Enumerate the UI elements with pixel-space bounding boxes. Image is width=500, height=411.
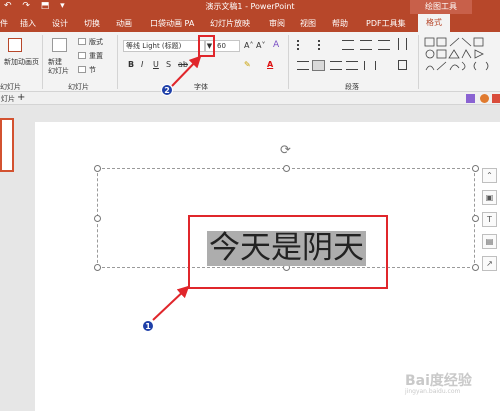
watermark-sub: jingyan.baidu.com — [405, 388, 461, 395]
watermark: Bai度经验 jingyan.baidu.com — [405, 370, 472, 395]
callout-badge-1: 1 — [142, 320, 154, 332]
watermark-main: Bai度经验 — [405, 373, 472, 389]
callout-badge-2: 2 — [161, 84, 173, 96]
annotation-arrows — [152, 55, 202, 321]
